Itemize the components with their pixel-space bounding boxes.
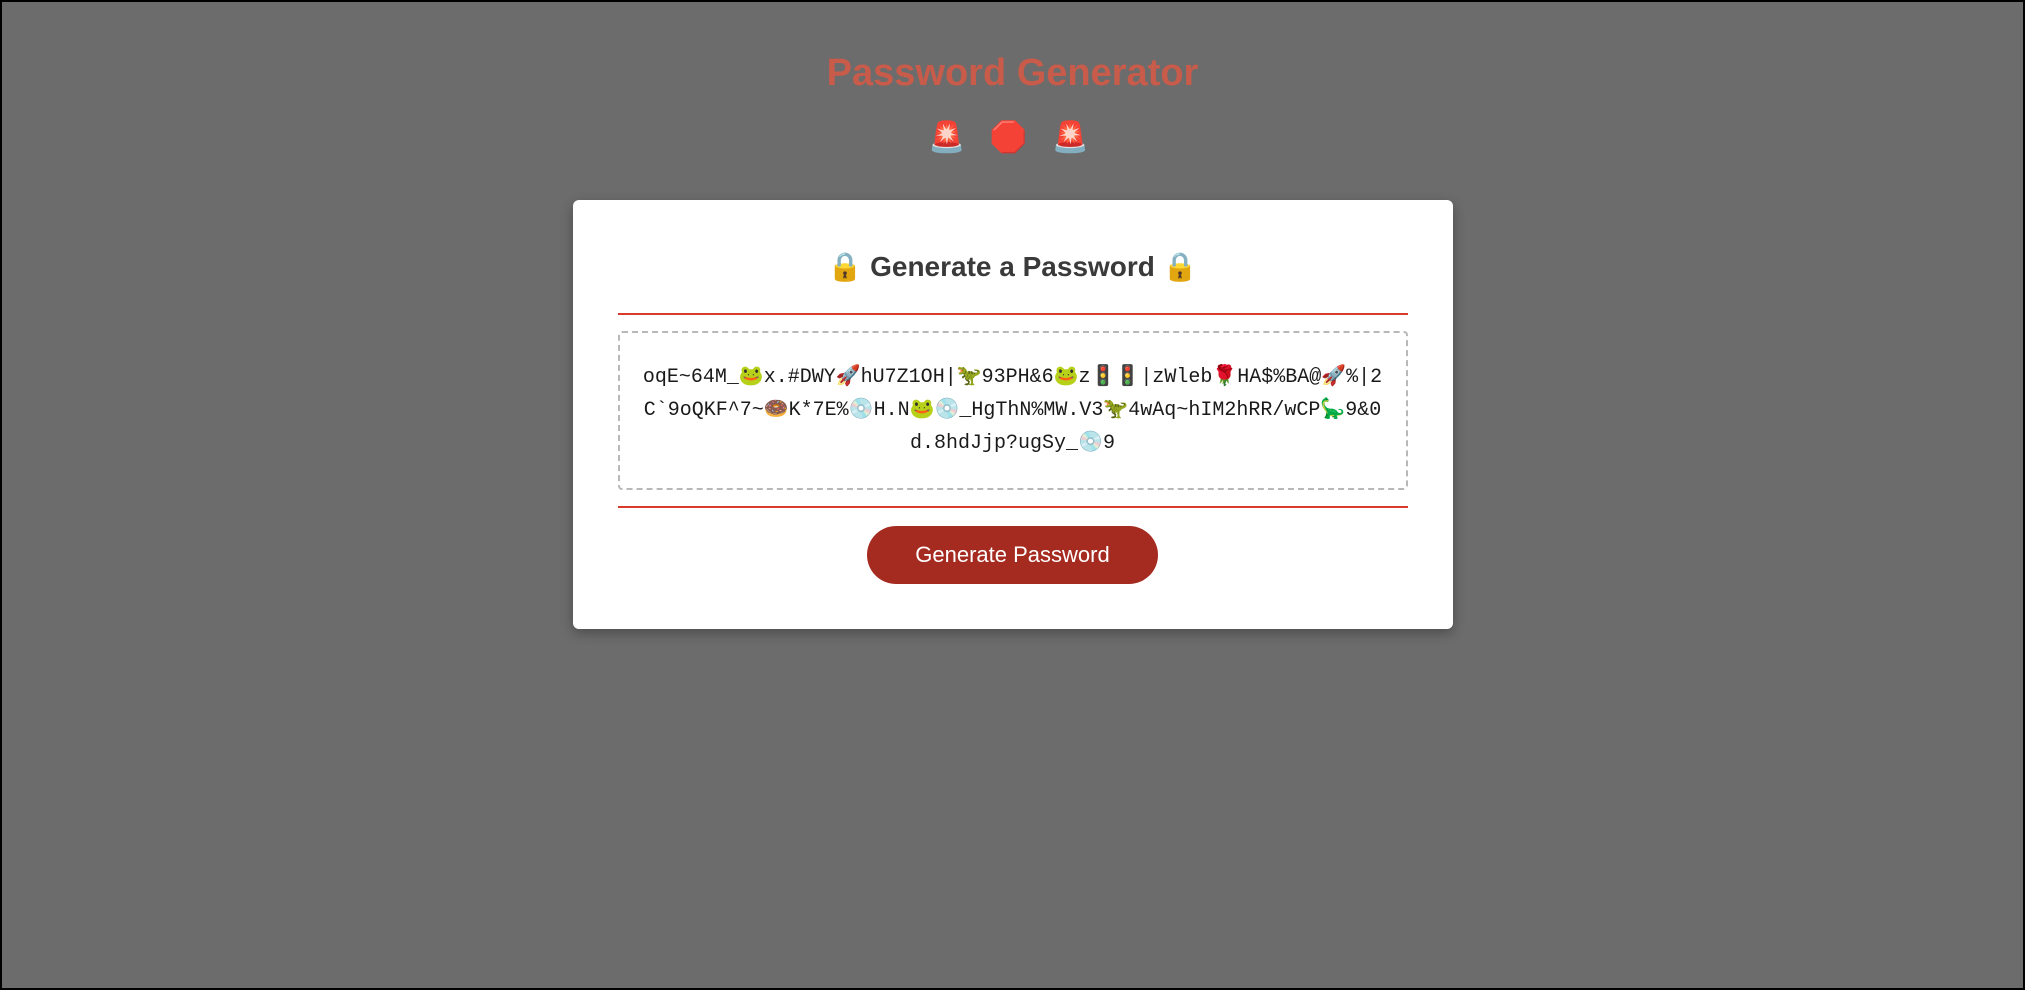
- generate-password-button[interactable]: Generate Password: [867, 526, 1157, 584]
- password-card: 🔒 Generate a Password 🔒 oqE~64M_🐸x.#DWY🚀…: [573, 200, 1453, 629]
- card-heading: 🔒 Generate a Password 🔒: [618, 250, 1408, 283]
- page-title: Password Generator: [573, 52, 1453, 95]
- app-container: Password Generator 🚨 🛑 🚨 🔒 Generate a Pa…: [573, 52, 1453, 629]
- divider-bottom: [618, 506, 1408, 508]
- password-output-text: oqE~64M_🐸x.#DWY🚀hU7Z1OH|🦖93PH&6🐸z🚦🚦|zWle…: [640, 361, 1386, 460]
- password-output-box: oqE~64M_🐸x.#DWY🚀hU7Z1OH|🦖93PH&6🐸z🚦🚦|zWle…: [618, 331, 1408, 490]
- divider-top: [618, 313, 1408, 315]
- decorative-icons: 🚨 🛑 🚨: [573, 120, 1453, 155]
